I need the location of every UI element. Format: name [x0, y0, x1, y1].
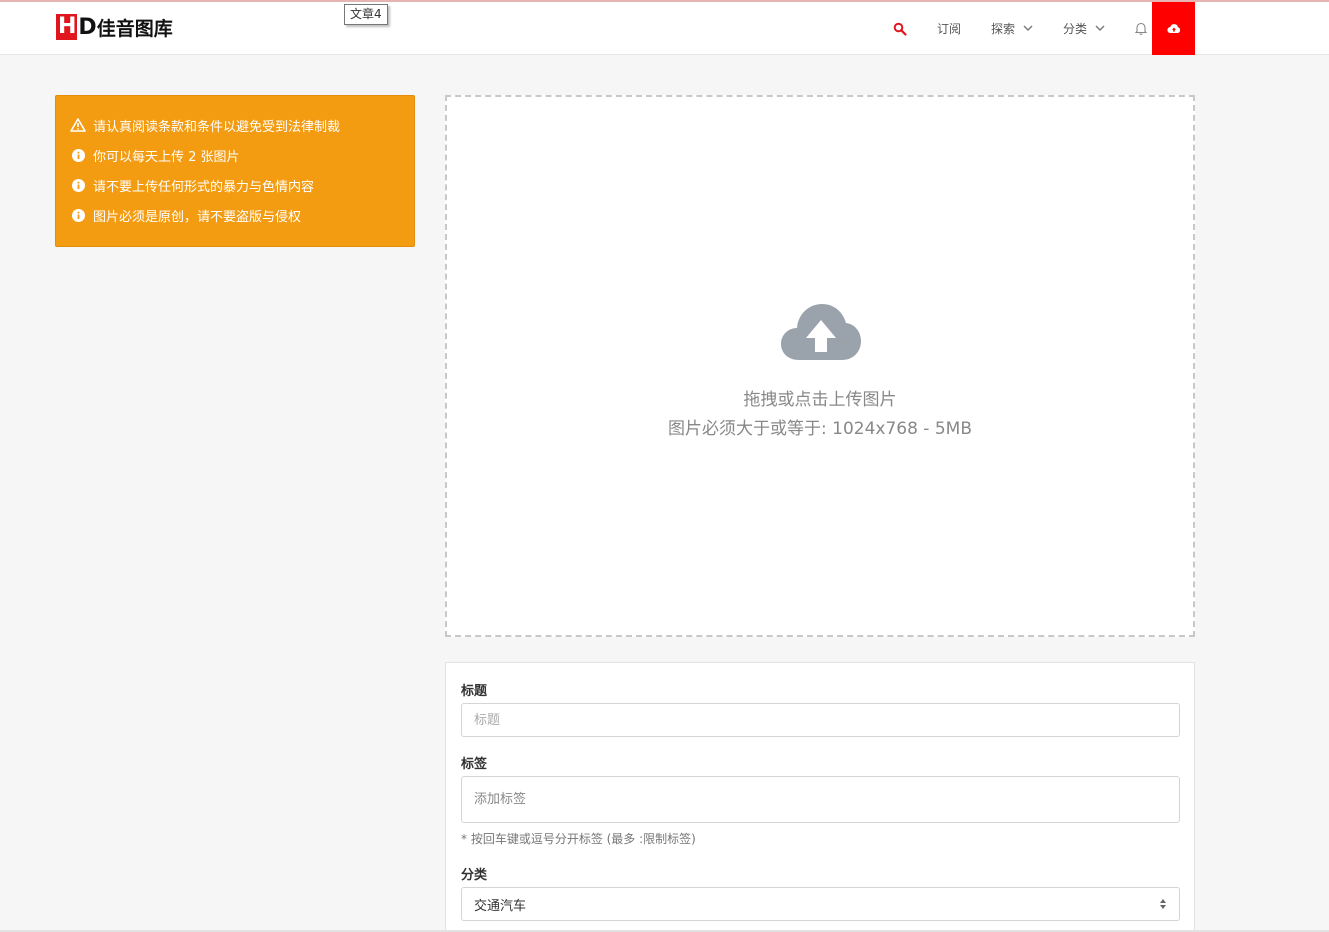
category-value: 交通汽车: [474, 898, 527, 914]
logo-text: 佳音图库: [96, 17, 173, 40]
category-label: 分类: [461, 868, 488, 883]
tags-input[interactable]: 添加标签: [461, 776, 1180, 823]
title-input[interactable]: [461, 703, 1180, 737]
search-button[interactable]: [893, 22, 907, 36]
alert-text: 你可以每天上传 2 张图片: [93, 149, 240, 165]
cloud-upload-icon: [781, 304, 861, 360]
logo-mark: HD: [56, 14, 97, 40]
nav-categories[interactable]: 分类: [1063, 20, 1105, 37]
bell-icon: [1135, 22, 1147, 35]
alert-item: 请不要上传任何形式的暴力与色情内容: [70, 170, 414, 200]
notifications-button[interactable]: [1135, 22, 1147, 35]
upload-button[interactable]: [1152, 2, 1195, 55]
dropzone-requirements: 图片必须大于或等于: 1024x768 - 5MB: [668, 419, 972, 439]
info-icon: [70, 177, 86, 193]
nav-explore[interactable]: 探索: [991, 20, 1033, 37]
warning-icon: [70, 117, 86, 133]
tags-hint: * 按回车键或逗号分开标签 (最多 :限制标签): [461, 832, 696, 846]
alert-text: 请认真阅读条款和条件以避免受到法律制裁: [93, 119, 341, 135]
alert-item: 你可以每天上传 2 张图片: [70, 140, 414, 170]
title-label: 标题: [461, 684, 488, 699]
alert-text: 图片必须是原创，请不要盗版与侵权: [93, 209, 302, 225]
rules-alert: 请认真阅读条款和条件以避免受到法律制裁 你可以每天上传 2 张图片 请不要上传任…: [55, 95, 415, 247]
logo[interactable]: HD 佳音图库: [56, 13, 173, 41]
chevron-down-icon: [1023, 25, 1033, 31]
chevron-down-icon: [1095, 25, 1105, 31]
nav-subscribe[interactable]: 订阅: [937, 20, 961, 37]
tags-label: 标签: [461, 757, 488, 772]
search-icon: [893, 22, 907, 36]
nav-explore-label: 探索: [990, 22, 1015, 36]
tooltip: 文章4: [344, 4, 388, 25]
alert-item: 图片必须是原创，请不要盗版与侵权: [70, 200, 414, 230]
category-select[interactable]: 交通汽车: [461, 887, 1180, 921]
dropzone-text: 拖拽或点击上传图片: [743, 390, 897, 410]
image-dropzone[interactable]: 拖拽或点击上传图片 图片必须大于或等于: 1024x768 - 5MB: [445, 95, 1195, 637]
nav-categories-label: 分类: [1062, 22, 1087, 36]
upload-form: 标题 标签 添加标签 * 按回车键或逗号分开标签 (最多 :限制标签) 分类 交…: [445, 662, 1195, 932]
top-nav: 订阅 探索 分类: [863, 2, 1195, 55]
alert-item: 请认真阅读条款和条件以避免受到法律制裁: [70, 110, 414, 140]
alert-text: 请不要上传任何形式的暴力与色情内容: [93, 179, 315, 195]
select-arrows-icon: [1160, 899, 1166, 909]
cloud-upload-icon: [1166, 24, 1180, 34]
info-icon: [70, 207, 86, 223]
info-icon: [70, 147, 86, 163]
